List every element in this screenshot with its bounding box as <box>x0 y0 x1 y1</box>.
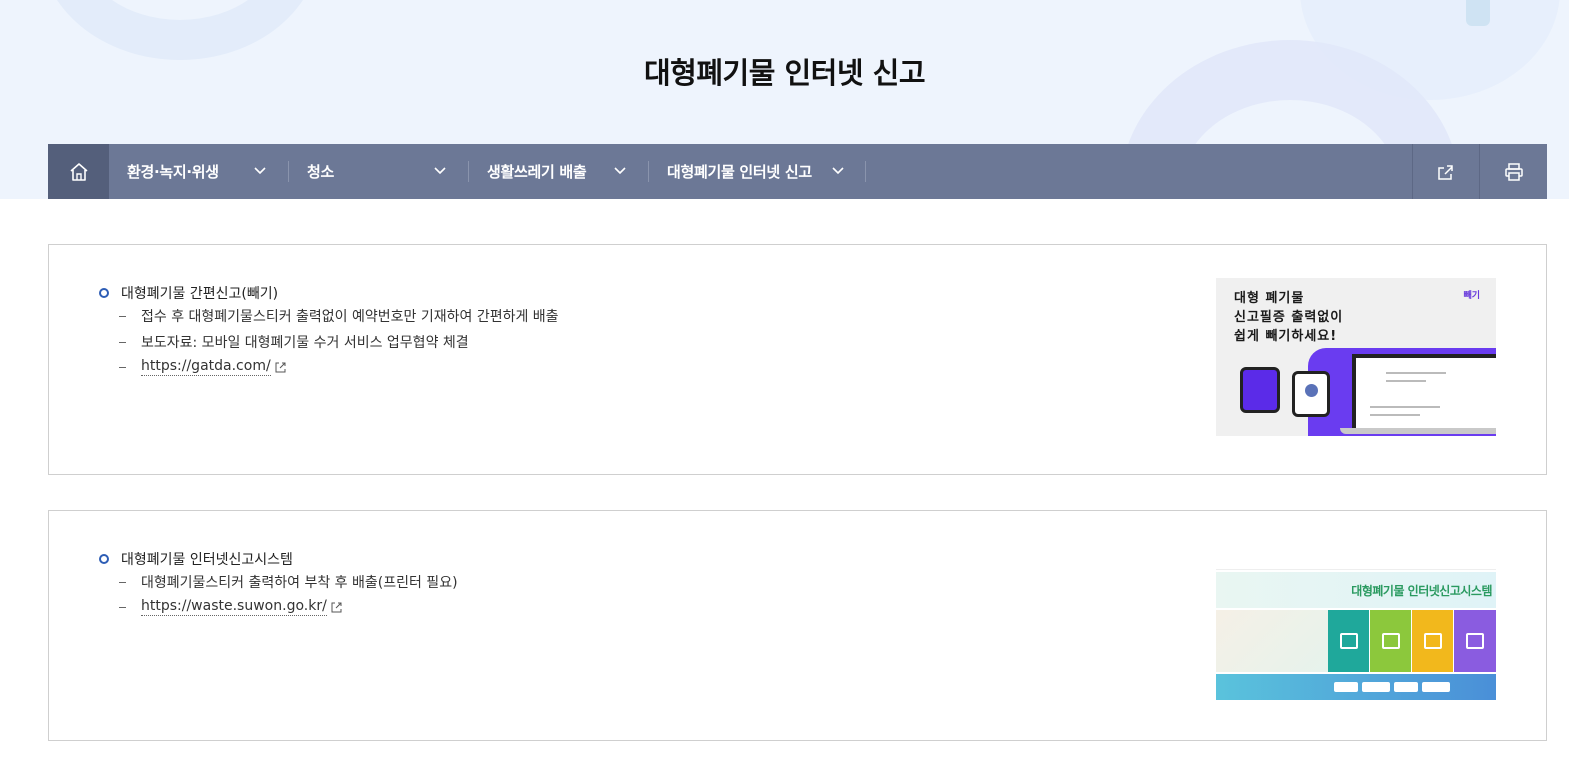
list-item: https://gatda.com/ <box>119 358 287 376</box>
list-item-text: 보도자료: 모바일 대형폐기물 수거 서비스 업무협약 체결 <box>141 335 469 351</box>
screenshot-title-band: 대형폐기물 인터넷신고시스템 <box>1216 572 1496 608</box>
dash-icon <box>119 341 126 343</box>
nav-item-label: 청소 <box>307 163 335 181</box>
screenshot-header <box>1216 544 1496 570</box>
laptop-base <box>1340 428 1496 434</box>
home-icon <box>69 162 88 181</box>
suwon-system-screenshot: 대형폐기물 인터넷신고시스템 <box>1216 544 1496 704</box>
dash-icon <box>119 606 126 608</box>
list-item: 보도자료: 모바일 대형폐기물 수거 서비스 업무협약 체결 <box>119 332 469 352</box>
laptop-illustration <box>1352 354 1496 432</box>
nav-divider <box>468 161 469 182</box>
chevron-down-icon[interactable] <box>253 164 267 178</box>
nav-item-label: 생활쓰레기 배출 <box>487 163 587 181</box>
nav-item-label: 환경·녹지·위생 <box>127 163 219 181</box>
chevron-down-icon[interactable] <box>613 164 627 178</box>
tile-report <box>1328 610 1369 672</box>
nav-item-household-waste[interactable]: 생활쓰레기 배출 <box>487 144 647 199</box>
print-icon <box>1504 162 1523 181</box>
info-card-suwon: 대형폐기물 인터넷신고시스템 대형폐기물스티커 출력하여 부착 후 배출(프린터… <box>48 510 1547 741</box>
home-button[interactable] <box>48 144 109 199</box>
print-button[interactable] <box>1479 144 1547 199</box>
dash-icon <box>119 366 126 368</box>
screenshot-search-bar <box>1216 674 1496 700</box>
bullet-icon <box>99 288 109 298</box>
promo-headline: 대형 폐기물 신고필증 출력없이 쉽게 빼기하세요! <box>1234 291 1344 344</box>
nav-divider <box>648 161 649 182</box>
list-item: 접수 후 대형폐기물스티커 출력없이 예약번호만 기재하여 간편하게 배출 <box>119 306 559 326</box>
section-heading: 대형폐기물 인터넷신고시스템 <box>99 549 293 569</box>
breadcrumb-nav: 환경·녹지·위생 청소 생활쓰레기 배출 대형폐기물 인터넷 신고 <box>48 144 1547 199</box>
tile-sticker <box>1412 610 1453 672</box>
list-item-text: 대형폐기물스티커 출력하여 부착 후 배출(프린터 필요) <box>141 575 458 591</box>
bullet-icon <box>99 554 109 564</box>
dash-icon <box>119 315 126 317</box>
share-icon <box>1438 164 1453 180</box>
external-link-icon <box>274 361 287 374</box>
nav-item-cleaning[interactable]: 청소 <box>307 144 467 199</box>
list-item: 대형폐기물스티커 출력하여 부착 후 배출(프린터 필요) <box>119 572 458 592</box>
nav-item-bulky-waste[interactable]: 대형폐기물 인터넷 신고 <box>667 144 865 199</box>
tile-disposal <box>1454 610 1496 672</box>
share-button[interactable] <box>1412 144 1479 199</box>
dash-icon <box>119 581 126 583</box>
screenshot-banner <box>1216 610 1328 672</box>
phone-illustration <box>1292 371 1330 417</box>
info-card-gatda: 대형폐기물 간편신고(빼기) 접수 후 대형폐기물스티커 출력없이 예약번호만 … <box>48 244 1547 475</box>
nav-divider <box>865 161 866 182</box>
screenshot-title: 대형폐기물 인터넷신고시스템 <box>1351 584 1492 598</box>
chevron-down-icon[interactable] <box>831 164 845 178</box>
gatda-promo-image: 대형 폐기물 신고필증 출력없이 쉽게 빼기하세요! 빼기 <box>1216 278 1496 436</box>
nav-item-environment[interactable]: 환경·녹지·위생 <box>127 144 287 199</box>
section-heading-text: 대형폐기물 인터넷신고시스템 <box>121 552 293 568</box>
chevron-down-icon[interactable] <box>433 164 447 178</box>
nav-divider <box>288 161 289 182</box>
list-item: https://waste.suwon.go.kr/ <box>119 598 343 616</box>
external-link-icon <box>330 601 343 614</box>
section-heading-text: 대형폐기물 간편신고(빼기) <box>121 286 279 302</box>
nav-item-label: 대형폐기물 인터넷 신고 <box>667 163 812 181</box>
section-heading: 대형폐기물 간편신고(빼기) <box>99 283 278 303</box>
gatda-logo: 빼기 <box>1463 291 1480 301</box>
decor-shape <box>1466 0 1490 26</box>
tile-lookup <box>1370 610 1411 672</box>
page-title: 대형폐기물 인터넷 신고 <box>644 56 926 90</box>
tablet-illustration <box>1240 367 1280 413</box>
list-item-text: 접수 후 대형폐기물스티커 출력없이 예약번호만 기재하여 간편하게 배출 <box>141 309 559 325</box>
gatda-link[interactable]: https://gatda.com/ <box>141 358 271 376</box>
suwon-waste-link[interactable]: https://waste.suwon.go.kr/ <box>141 598 327 616</box>
